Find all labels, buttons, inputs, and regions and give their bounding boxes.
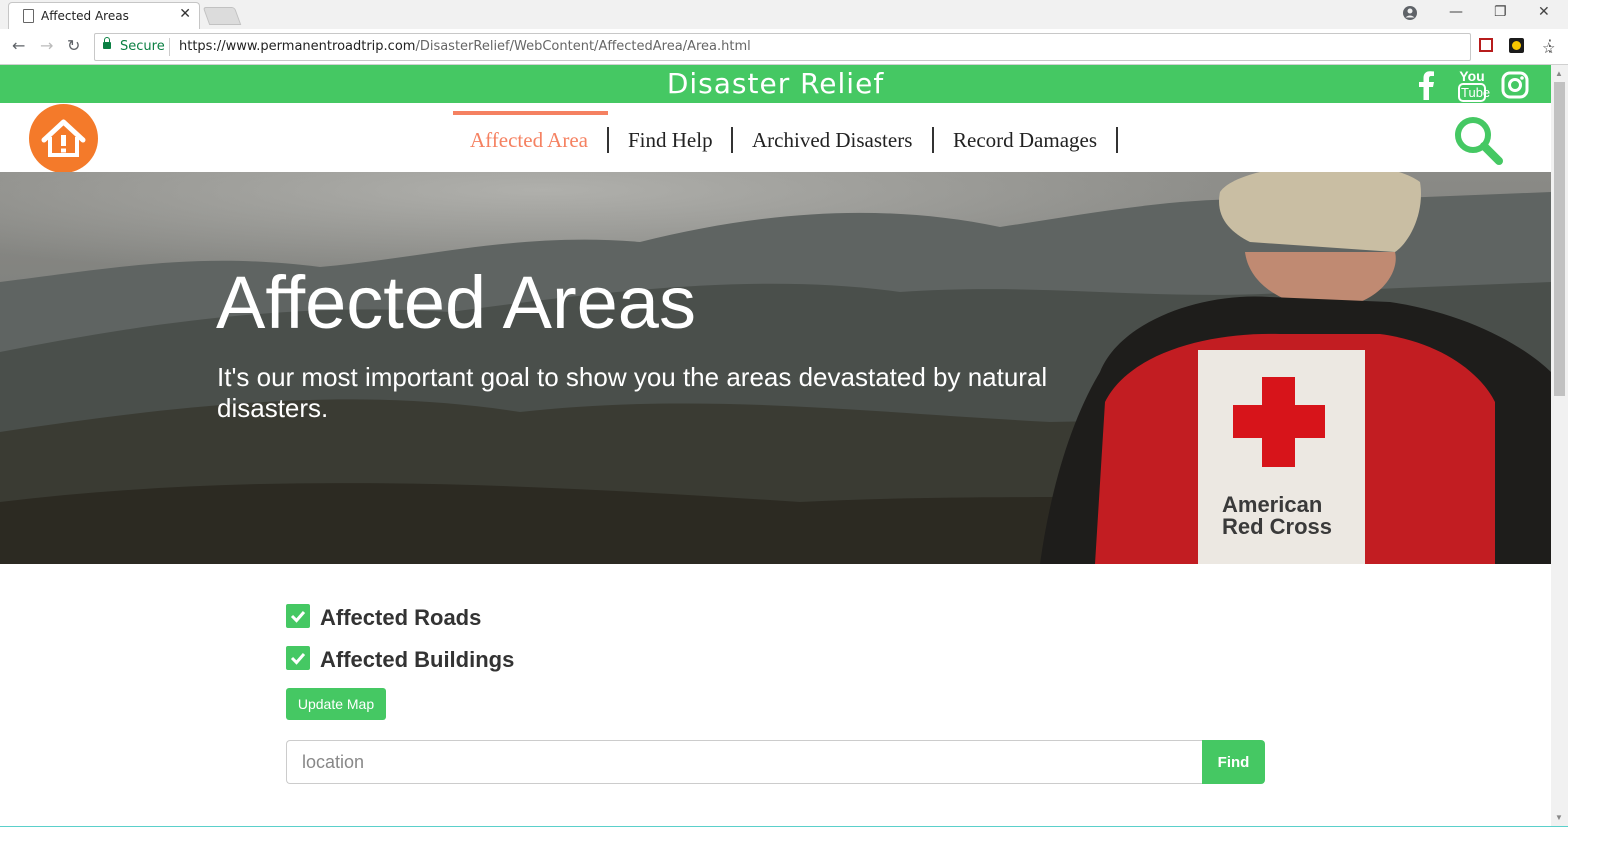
youtube-text-bottom: Tube (1458, 83, 1490, 102)
tab-title: Affected Areas (41, 9, 129, 23)
hero-banner: American Red Cross Affected Areas It's o… (0, 172, 1551, 564)
vest-text: American Red Cross (1222, 494, 1332, 538)
youtube-text-top: You (1459, 68, 1485, 84)
site-title: Disaster Relief (666, 67, 885, 100)
new-tab-button[interactable] (202, 7, 242, 25)
site-header-bar: Disaster Relief You Tube (0, 65, 1551, 103)
vest-text-line1: American (1222, 492, 1323, 517)
house-alert-icon (41, 119, 86, 157)
facebook-icon[interactable] (1416, 70, 1436, 100)
location-input[interactable] (286, 740, 1202, 784)
affected-buildings-label: Affected Buildings (320, 647, 515, 672)
nav-divider (932, 127, 934, 153)
affected-buildings-checkbox[interactable] (286, 646, 310, 670)
scroll-up-icon[interactable]: ▲ (1555, 69, 1563, 78)
lock-icon (103, 37, 111, 49)
page-viewport: Disaster Relief You Tube Affected Area F… (0, 65, 1551, 826)
nav-affected-area[interactable]: Affected Area (470, 128, 588, 153)
nav-archived-disasters[interactable]: Archived Disasters (752, 128, 912, 153)
update-map-button[interactable]: Update Map (286, 688, 386, 720)
search-icon[interactable] (1452, 114, 1504, 166)
browser-tabbar: Affected Areas ✕ — ❐ ✕ (0, 0, 1600, 30)
user-profile-icon[interactable] (1402, 5, 1418, 21)
vest-text-line2: Red Cross (1222, 514, 1333, 539)
instagram-icon[interactable] (1501, 71, 1529, 99)
nav-divider (731, 127, 733, 153)
browser-menu-icon[interactable]: ⋮ (1542, 36, 1558, 55)
nav-divider (1116, 127, 1118, 153)
nav-active-indicator (453, 111, 608, 115)
secure-label: Secure (120, 39, 165, 54)
tab-close-icon[interactable]: ✕ (179, 6, 191, 22)
hero-subtitle: It's our most important goal to show you… (217, 362, 1048, 423)
extension-pocket-icon[interactable] (1479, 38, 1493, 52)
scrollbar-thumb[interactable] (1554, 82, 1565, 396)
hero-title: Affected Areas (216, 261, 696, 344)
browser-toolbar: ← → ↻ Secure https://www.permanentroadtr… (0, 29, 1600, 65)
find-button[interactable]: Find (1202, 740, 1265, 784)
window-bottom-edge (0, 826, 1568, 844)
main-navbar: Affected Area Find Help Archived Disaste… (0, 103, 1551, 173)
nav-divider (607, 127, 609, 153)
window-edge (1568, 0, 1600, 843)
minimize-button[interactable]: — (1449, 4, 1463, 20)
address-bar[interactable]: Secure https://www.permanentroadtrip.com… (94, 33, 1555, 61)
youtube-icon[interactable]: You Tube (1458, 68, 1490, 102)
reload-icon[interactable]: ↻ (67, 36, 80, 55)
restore-button[interactable]: ❐ (1494, 4, 1507, 20)
browser-tab[interactable]: Affected Areas ✕ (8, 2, 200, 30)
scroll-down-icon[interactable]: ▼ (1555, 813, 1563, 822)
site-logo[interactable] (29, 104, 98, 173)
document-icon (23, 9, 34, 23)
page-scrollbar[interactable]: ▲ ▼ (1551, 65, 1568, 826)
url-host: https://www.permanentroadtrip.com (179, 39, 416, 54)
nav-find-help[interactable]: Find Help (628, 128, 713, 153)
affected-roads-checkbox[interactable] (286, 604, 310, 628)
nav-record-damages[interactable]: Record Damages (953, 128, 1097, 153)
affected-roads-label: Affected Roads (320, 605, 482, 630)
extension-check-icon[interactable] (1509, 38, 1524, 53)
forward-icon[interactable]: → (40, 36, 53, 55)
divider (169, 38, 170, 56)
url-path: /DisasterRelief/WebContent/AffectedArea/… (415, 39, 751, 54)
url-text[interactable]: https://www.permanentroadtrip.com/Disast… (179, 39, 751, 54)
back-icon[interactable]: ← (12, 36, 25, 55)
map-controls: Affected Roads Affected Buildings Update… (0, 564, 1551, 826)
close-window-button[interactable]: ✕ (1538, 4, 1550, 20)
checkmark-icon (290, 611, 306, 623)
checkmark-icon (290, 653, 306, 665)
